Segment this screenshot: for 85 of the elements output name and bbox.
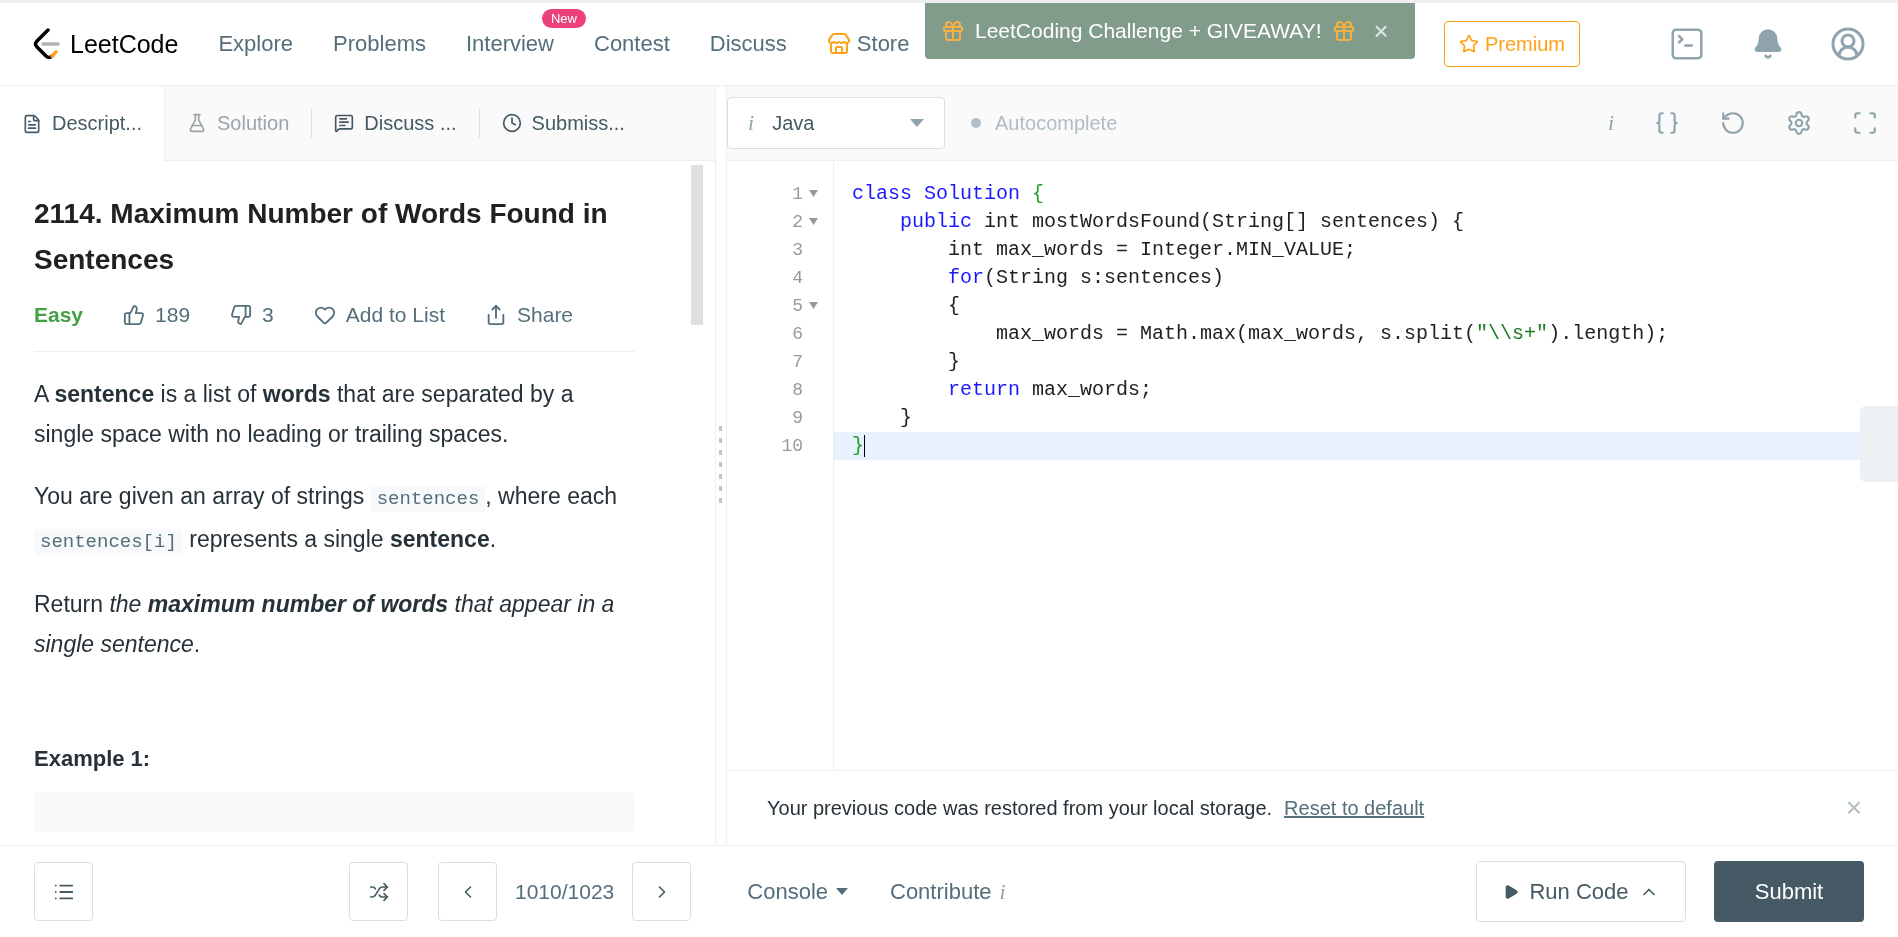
panel-tab[interactable]: Submiss... xyxy=(479,86,647,160)
leetcode-logo[interactable]: LeetCode xyxy=(32,27,179,61)
description-paragraph: You are given an array of strings sentences , where each sentences[i] represents a single sentence. xyxy=(34,482,618,557)
panel-tab[interactable]: Descript... xyxy=(0,85,166,162)
console-button[interactable]: Console xyxy=(747,878,848,905)
difficulty-label: Easy xyxy=(34,303,84,327)
thumbs-up-icon xyxy=(123,304,146,326)
code-line: return max_words; xyxy=(947,377,1154,403)
gift-icon xyxy=(1331,19,1356,43)
line-number: 5 xyxy=(792,296,803,316)
language-select[interactable]: i Java xyxy=(727,97,945,149)
previous-button[interactable] xyxy=(438,862,497,921)
drag-handle-icon[interactable] xyxy=(719,425,723,506)
gift-icon xyxy=(941,19,965,43)
inline-code: sentences[i] xyxy=(34,529,183,555)
promo-banner[interactable]: LeetCoding Challenge + GIVEAWAY! × xyxy=(925,3,1415,59)
store-icon xyxy=(826,32,851,56)
next-button[interactable] xyxy=(632,862,692,921)
scrollbar[interactable] xyxy=(691,165,703,325)
line-number: 9 xyxy=(792,408,803,428)
nav-link[interactable]: Explore xyxy=(218,31,294,57)
restore-notice: Your previous code was restored from your local storage. xyxy=(767,796,1273,820)
share-button[interactable]: Share xyxy=(485,303,574,327)
settings-icon[interactable] xyxy=(1786,110,1812,136)
thumbs-down-icon xyxy=(230,304,253,326)
line-number: 3 xyxy=(792,240,803,260)
run-code-button[interactable]: Run Code xyxy=(1476,861,1686,922)
code-line: int max_words = Integer.MIN_VALUE; xyxy=(947,237,1358,263)
code-line: { xyxy=(947,293,962,319)
problem-list-button[interactable] xyxy=(34,862,93,921)
caret-icon xyxy=(910,119,924,127)
logo-text: LeetCode xyxy=(70,29,179,59)
description-paragraph: Return the maximum number of words that appear in a single sentence. xyxy=(34,590,616,659)
example-heading: Example 1: xyxy=(34,746,152,772)
problem-title: 2114. Maximum Number of Words Found in Sentences xyxy=(34,197,609,277)
fullscreen-icon[interactable] xyxy=(1852,110,1878,136)
add-to-list-button[interactable]: Add to List xyxy=(313,303,445,327)
problem-counter: 1010/1023 xyxy=(515,879,615,904)
star-icon xyxy=(1459,34,1479,54)
terminal-icon[interactable] xyxy=(1668,25,1706,63)
share-icon xyxy=(485,304,507,326)
fold-icon[interactable] xyxy=(809,300,819,312)
inline-code: sentences xyxy=(370,486,486,512)
nav-link[interactable]: Problems xyxy=(333,31,426,57)
nav-link[interactable]: Contest xyxy=(594,31,670,57)
new-badge: New xyxy=(542,9,586,28)
code-line: public int mostWordsFound(String[] sentences) { xyxy=(899,209,1466,235)
line-number: 2 xyxy=(792,212,803,232)
document-icon xyxy=(22,113,42,134)
reset-link[interactable]: Reset to default xyxy=(1284,796,1425,820)
braces-icon[interactable] xyxy=(1654,110,1680,136)
code-line: for(String s:sentences) xyxy=(947,265,1226,291)
nav-link[interactable]: Store xyxy=(826,31,910,57)
fold-icon[interactable] xyxy=(809,216,819,228)
code-line: } xyxy=(899,405,913,431)
fold-icon[interactable] xyxy=(809,188,819,200)
clock-icon xyxy=(501,113,522,133)
shuffle-icon xyxy=(368,881,389,902)
panel-tab[interactable]: Discuss ... xyxy=(312,86,479,160)
comment-icon xyxy=(334,113,355,133)
avatar-icon[interactable] xyxy=(1830,26,1866,62)
caret-icon xyxy=(836,888,848,895)
nav-link[interactable]: Interview xyxy=(465,31,554,57)
play-icon xyxy=(1503,883,1520,900)
like-button[interactable]: 189 xyxy=(123,303,191,327)
line-number: 7 xyxy=(792,352,803,372)
contribute-link[interactable]: Contribute i xyxy=(890,878,1006,905)
line-number: 1 xyxy=(792,184,803,204)
line-number: 10 xyxy=(781,436,803,456)
nav-link[interactable]: Discuss xyxy=(709,31,787,57)
line-number: 8 xyxy=(792,380,803,400)
description-paragraph: A sentence is a list of words that are separated by a single space with no leading or trailing spaces. xyxy=(34,380,575,449)
line-number: 6 xyxy=(792,324,803,344)
bell-icon[interactable] xyxy=(1752,28,1784,60)
dislike-button[interactable]: 3 xyxy=(230,303,274,327)
code-line: } xyxy=(947,349,962,375)
line-number: 4 xyxy=(792,268,803,288)
heart-icon xyxy=(313,304,336,326)
reset-icon[interactable] xyxy=(1720,110,1746,136)
code-line: max_words = Math.max(max_words, s.split("\\s+").length); xyxy=(995,321,1670,347)
banner-text: LeetCoding Challenge + GIVEAWAY! xyxy=(975,19,1322,43)
code-line: class Solution { xyxy=(851,181,1046,207)
logo-icon xyxy=(32,27,62,61)
shuffle-button[interactable] xyxy=(349,862,408,921)
submit-button[interactable]: Submit xyxy=(1714,861,1864,922)
